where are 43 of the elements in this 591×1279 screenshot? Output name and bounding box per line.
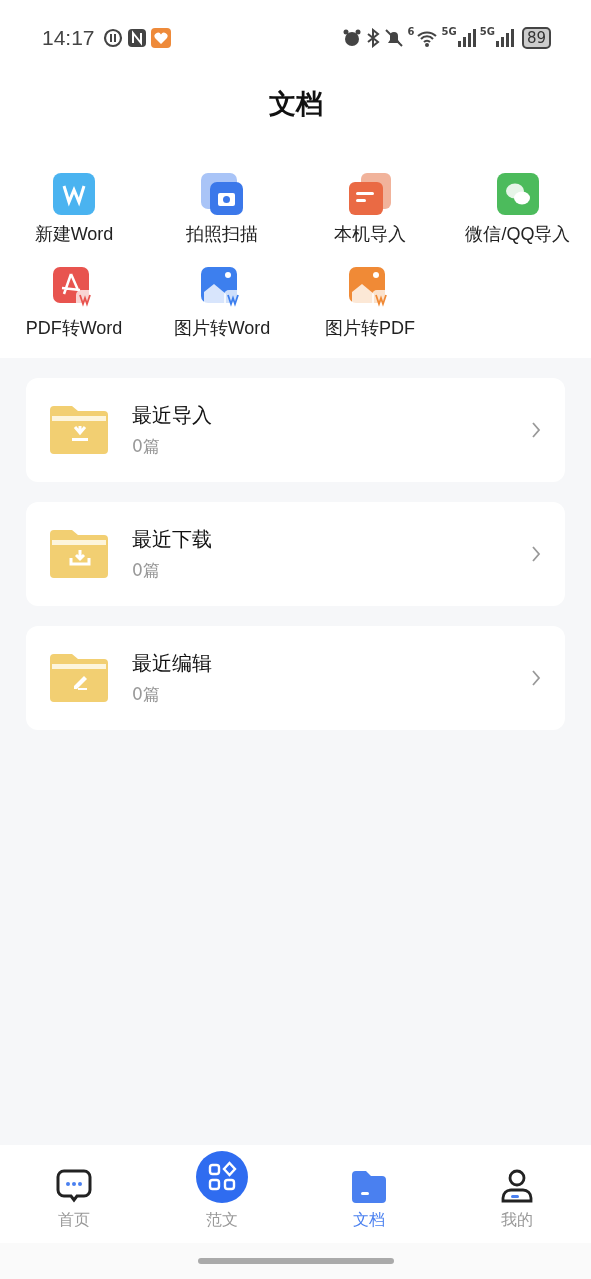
folder-download-icon (48, 528, 110, 580)
folder-download-icon (48, 404, 110, 456)
apps-grid-icon (194, 1150, 249, 1204)
signal-icon (457, 28, 476, 48)
word-tool-icon (52, 172, 96, 216)
home-indicator[interactable] (197, 1258, 394, 1264)
muted-bell-icon (383, 28, 404, 48)
tool-shortcut[interactable]: 新建Word (0, 172, 148, 246)
heart-app-icon (150, 28, 171, 48)
tool-shortcut[interactable]: 图片转PDF (296, 266, 444, 340)
chevron-right-icon (531, 545, 541, 563)
tool-shortcut[interactable]: 本机导入 (296, 172, 444, 246)
folder-count: 0篇 (132, 559, 161, 582)
battery-level: 89 (521, 27, 551, 49)
folder-card[interactable]: 最近导入 0篇 (26, 378, 565, 482)
page-title: 文档 (267, 87, 324, 121)
wifi-icon (415, 28, 438, 48)
folder-card[interactable]: 最近编辑 0篇 (26, 626, 565, 730)
folder-name: 最近编辑 (132, 650, 213, 677)
folder-pencil-icon (48, 652, 110, 704)
folder-count: 0篇 (132, 435, 161, 458)
tool-shortcut[interactable]: 微信/QQ导入 (444, 172, 591, 246)
bluetooth-icon (365, 28, 380, 48)
tab-bar-item[interactable]: 文档 (295, 1145, 444, 1243)
tool-shortcut[interactable]: 拍照扫描 (148, 172, 296, 246)
network-label: 5G (441, 26, 457, 37)
status-time: 14:17 (42, 26, 95, 50)
chevron-right-icon (531, 669, 541, 687)
folder-name: 最近下载 (132, 526, 213, 553)
local-tool-icon (348, 172, 392, 216)
chat-bubble-icon (54, 1168, 93, 1204)
wifi-label: 6 (407, 26, 415, 37)
folder-card[interactable]: 最近下载 0篇 (26, 502, 565, 606)
nfc-icon (126, 28, 147, 48)
signal-icon (495, 28, 514, 48)
tool-shortcut[interactable]: PDF转Word (0, 266, 148, 340)
folder-icon (351, 1170, 388, 1204)
camera-tool-icon (200, 172, 244, 216)
folder-name: 最近导入 (132, 402, 213, 429)
chevron-right-icon (531, 421, 541, 439)
folder-count: 0篇 (132, 683, 161, 706)
network-label: 5G (479, 26, 495, 37)
tool-shortcut[interactable]: 图片转Word (148, 266, 296, 340)
